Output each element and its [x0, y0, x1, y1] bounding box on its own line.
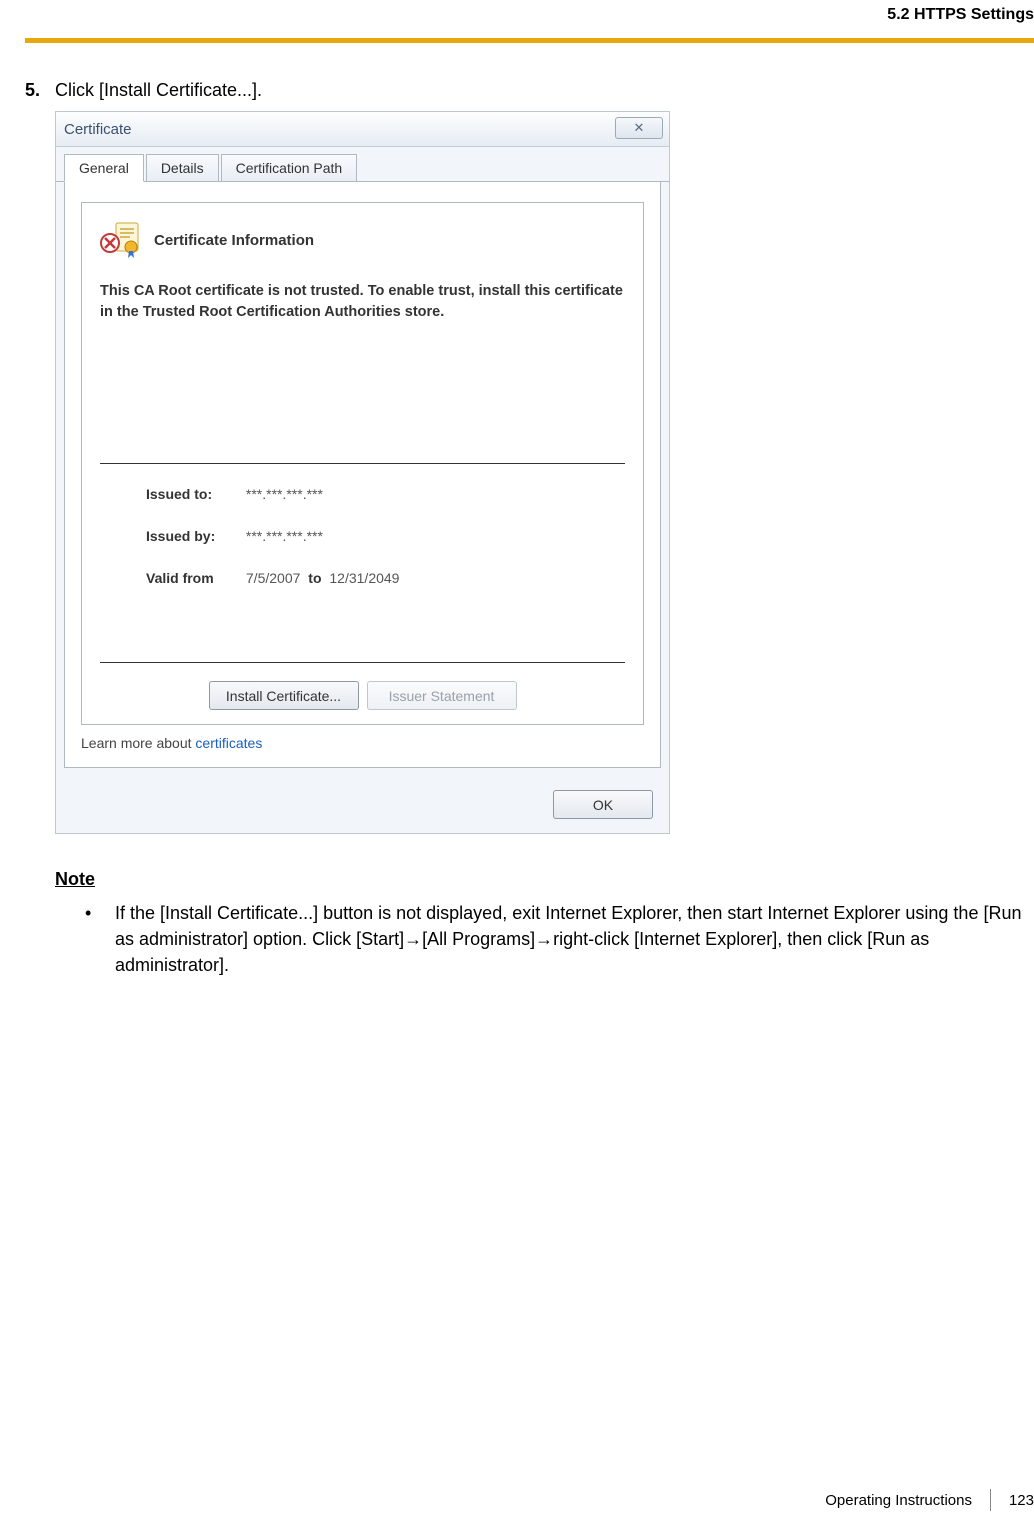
tab-general[interactable]: General — [64, 154, 144, 182]
issued-by-label: Issued by: — [146, 528, 242, 544]
separator-2 — [100, 662, 625, 663]
bullet-dot: • — [85, 900, 115, 978]
valid-to-value: 12/31/2049 — [329, 570, 399, 586]
step-text: Click [Install Certificate...]. — [55, 80, 1034, 101]
certificate-info-panel: Certificate Information This CA Root cer… — [81, 202, 644, 725]
valid-from-value: 7/5/2007 — [246, 570, 301, 586]
learn-more: Learn more about certificates — [81, 735, 644, 751]
trust-message: This CA Root certificate is not trusted.… — [100, 281, 625, 323]
certificate-info-title: Certificate Information — [154, 232, 314, 249]
learn-more-prefix: Learn more about — [81, 735, 195, 751]
footer-doc-title: Operating Instructions — [825, 1492, 972, 1509]
certificates-link[interactable]: certificates — [195, 735, 262, 751]
issued-to-row: Issued to: ***.***.***.*** — [146, 486, 615, 502]
close-icon: ✕ — [634, 120, 645, 136]
tab-certification-path[interactable]: Certification Path — [221, 154, 358, 181]
footer-divider — [990, 1489, 991, 1511]
close-button[interactable]: ✕ — [615, 117, 663, 139]
header-rule — [25, 38, 1034, 43]
issued-by-row: Issued by: ***.***.***.*** — [146, 528, 615, 544]
issued-by-value: ***.***.***.*** — [246, 528, 323, 544]
ok-button[interactable]: OK — [553, 790, 653, 819]
install-certificate-button[interactable]: Install Certificate... — [209, 681, 359, 710]
footer-page-number: 123 — [1009, 1492, 1034, 1509]
note-text: If the [Install Certificate...] button i… — [115, 900, 1034, 978]
issued-to-value: ***.***.***.*** — [246, 486, 323, 502]
certificate-dialog: Certificate ✕ General Details Certificat… — [55, 111, 670, 834]
tab-details[interactable]: Details — [146, 154, 219, 181]
issuer-statement-button: Issuer Statement — [367, 681, 517, 710]
tab-strip: General Details Certification Path — [56, 147, 669, 182]
valid-from-label: Valid from — [146, 570, 242, 586]
section-header: 5.2 HTTPS Settings — [887, 6, 1034, 24]
step-5: 5. Click [Install Certificate...]. — [25, 80, 1034, 101]
page-footer: Operating Instructions 123 — [825, 1489, 1034, 1511]
dialog-titlebar: Certificate ✕ — [56, 112, 669, 147]
note-bullet: • If the [Install Certificate...] button… — [85, 900, 1034, 978]
issued-to-label: Issued to: — [146, 486, 242, 502]
tab-body-general: Certificate Information This CA Root cer… — [64, 182, 661, 768]
valid-to-word: to — [308, 570, 321, 586]
note-heading: Note — [55, 869, 1034, 890]
valid-from-row: Valid from 7/5/2007 to 12/31/2049 — [146, 570, 615, 586]
dialog-title: Certificate — [64, 121, 132, 138]
step-number: 5. — [25, 80, 55, 101]
certificate-icon — [100, 221, 144, 259]
